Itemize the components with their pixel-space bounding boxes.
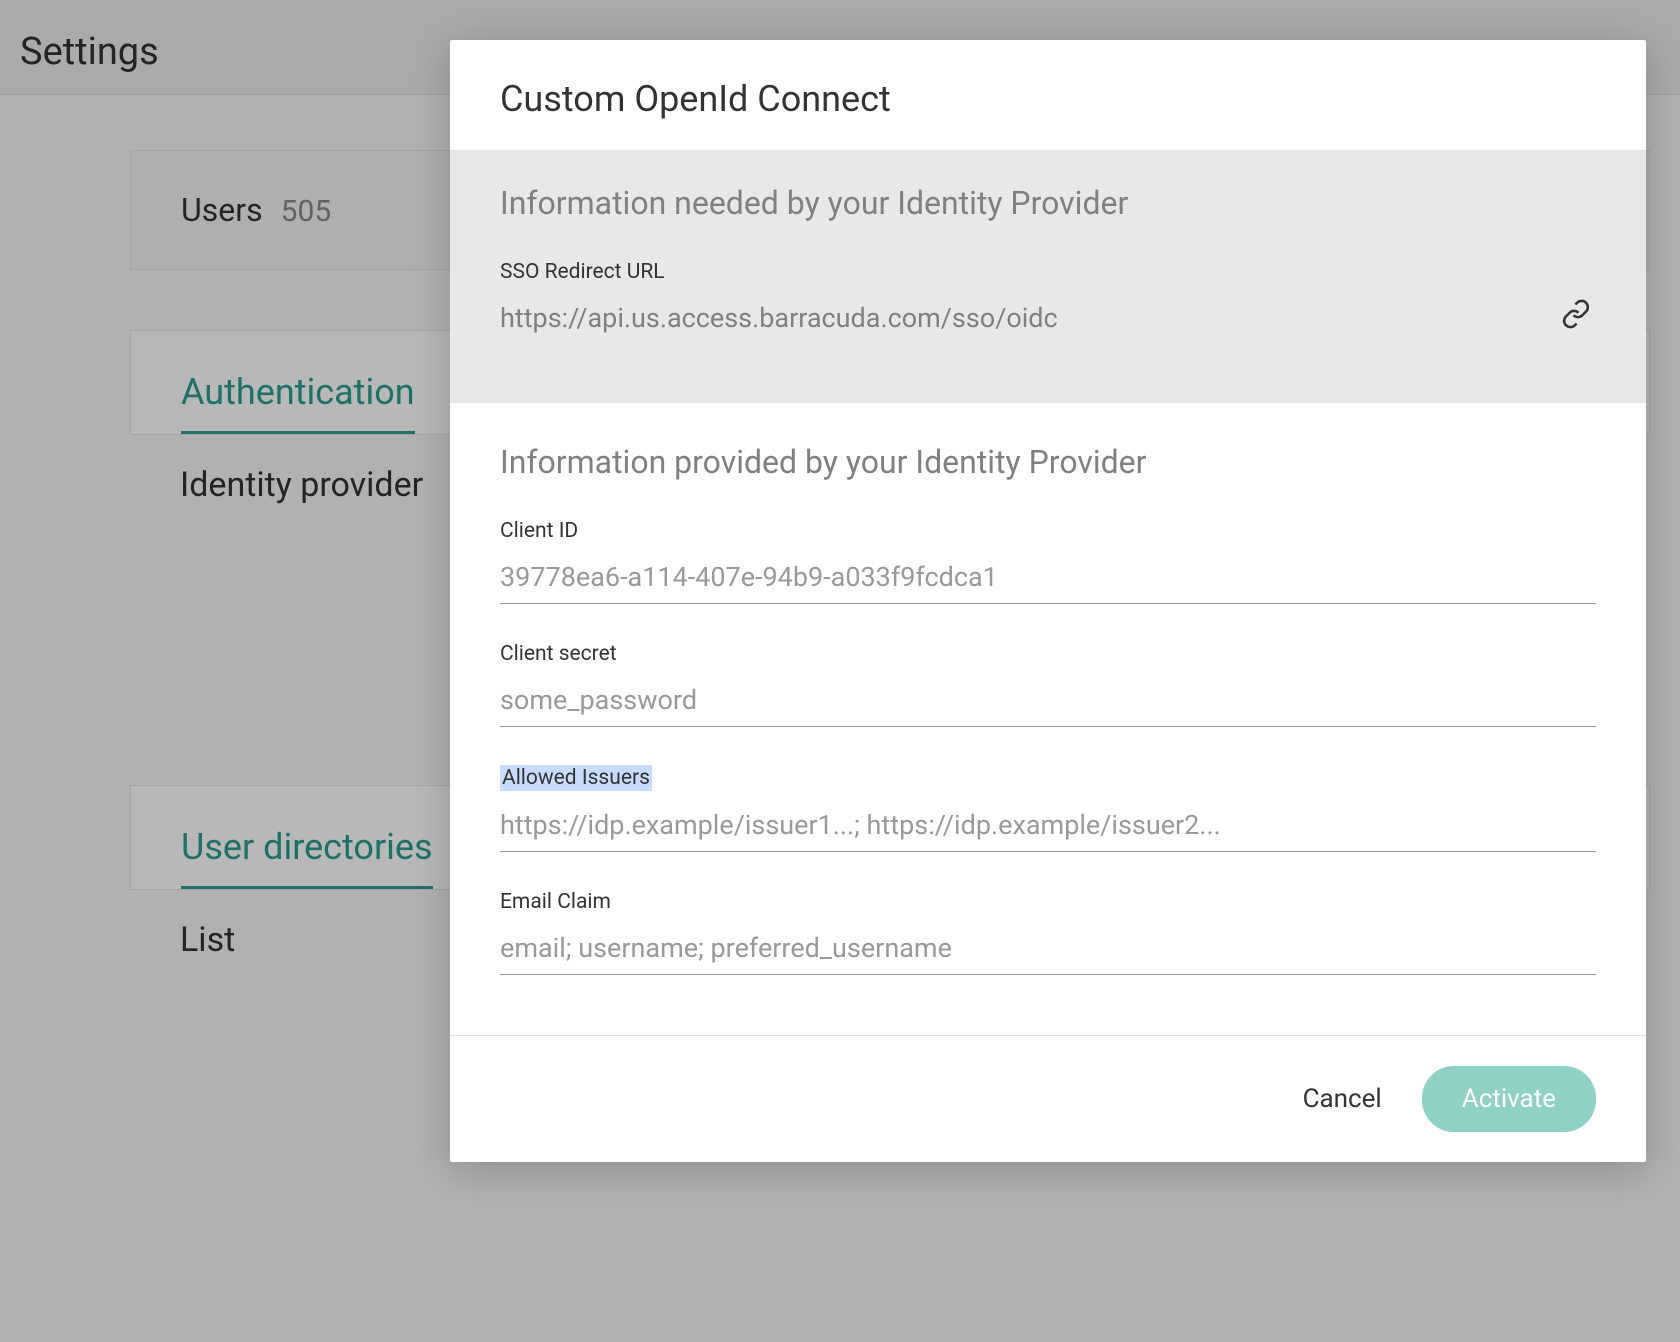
client-id-input[interactable] — [500, 553, 1596, 604]
sso-redirect-value: https://api.us.access.barracuda.com/sso/… — [500, 302, 1058, 334]
client-secret-input[interactable] — [500, 676, 1596, 727]
client-secret-label: Client secret — [500, 642, 617, 666]
modal-title: Custom OpenId Connect — [500, 78, 1596, 120]
activate-button[interactable]: Activate — [1422, 1066, 1596, 1132]
modal-footer: Cancel Activate — [450, 1035, 1646, 1162]
cancel-button[interactable]: Cancel — [1303, 1084, 1382, 1114]
section-needed-by-idp: Information needed by your Identity Prov… — [450, 150, 1646, 403]
modal-openid-connect: Custom OpenId Connect Information needed… — [450, 40, 1646, 1162]
email-claim-input[interactable] — [500, 924, 1596, 975]
copy-link-icon[interactable] — [1556, 294, 1596, 341]
section-provided-title: Information provided by your Identity Pr… — [500, 443, 1596, 481]
email-claim-label: Email Claim — [500, 890, 611, 914]
allowed-issuers-label: Allowed Issuers — [500, 765, 652, 791]
allowed-issuers-input[interactable] — [500, 801, 1596, 852]
section-needed-title: Information needed by your Identity Prov… — [500, 184, 1596, 222]
client-id-label: Client ID — [500, 519, 578, 543]
sso-redirect-label: SSO Redirect URL — [500, 260, 665, 284]
section-provided-by-idp: Information provided by your Identity Pr… — [450, 403, 1646, 1035]
